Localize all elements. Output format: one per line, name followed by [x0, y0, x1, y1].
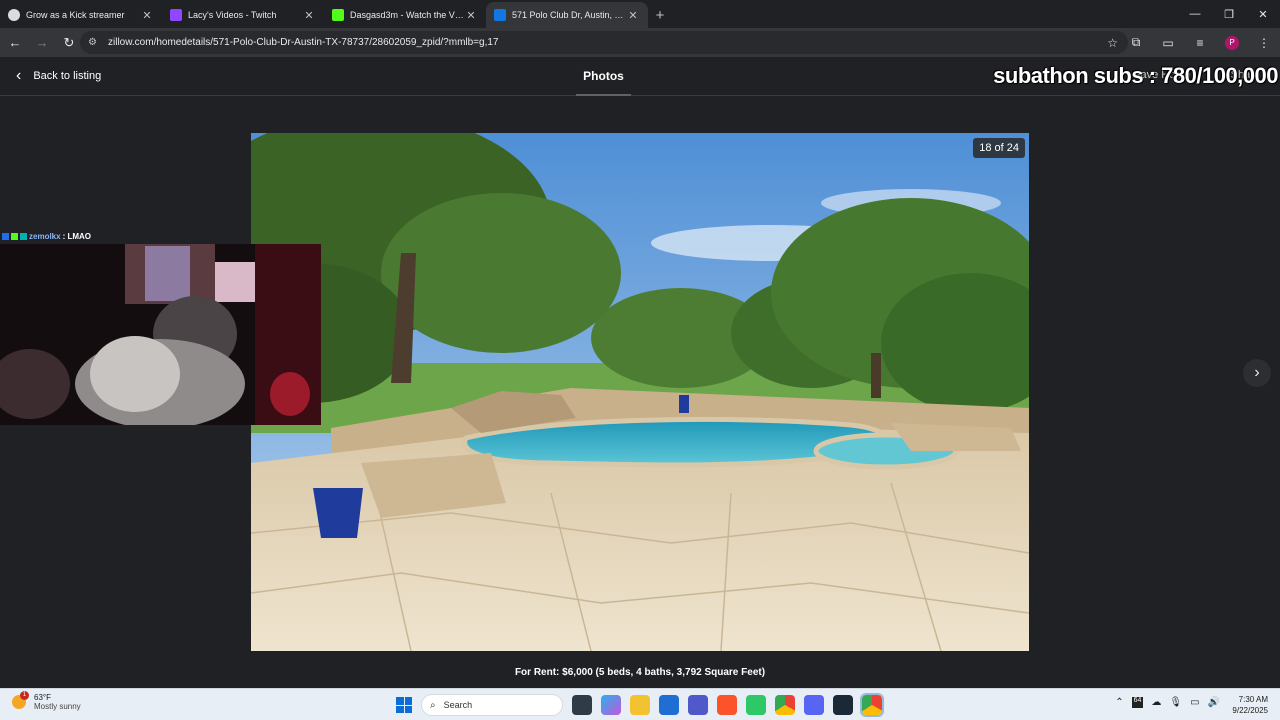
notification-badge: 1 — [20, 691, 29, 700]
display-icon[interactable]: ▭ — [1190, 697, 1199, 708]
close-icon[interactable]: ✕ — [140, 9, 154, 22]
extensions-icon[interactable]: ⧉ — [1120, 35, 1152, 50]
close-window-icon[interactable]: ✕ — [1246, 0, 1280, 28]
kick-icon — [332, 9, 344, 21]
taskbar-apps — [572, 693, 884, 717]
forward-icon[interactable]: → — [30, 31, 54, 55]
photo-viewer-page: ‹ Back to listing Photos Save Home Share… — [0, 57, 1280, 688]
browser-toolbar: ← → ↻ ⚙ zillow.com/homedetails/571-Polo-… — [0, 28, 1280, 57]
tab-strip: Grow as a Kick streamer ✕ Lacy's Videos … — [0, 0, 1280, 28]
url-text: zillow.com/homedetails/571-Polo-Club-Dr-… — [108, 37, 499, 48]
next-photo-button[interactable]: › — [1243, 359, 1271, 387]
menu-kebab-icon[interactable]: ⋮ — [1248, 36, 1280, 50]
toolbar-actions: ⧉ ▭ ≡ P ⋮ — [1120, 28, 1280, 57]
back-to-listing-link[interactable]: ‹ Back to listing — [16, 68, 101, 84]
tab-photos-label: Photos — [583, 68, 624, 83]
chrome-icon[interactable] — [775, 695, 795, 715]
close-icon[interactable]: ✕ — [464, 9, 478, 22]
subathon-overlay-text: subathon subs : 780/100,000 — [993, 63, 1278, 88]
chat-badge-icon — [2, 233, 9, 240]
cloud-icon[interactable]: ☁ — [1151, 697, 1161, 708]
tab-kick-vod[interactable]: Dasgasd3m - Watch the VOD o ✕ — [324, 2, 486, 28]
file-explorer-icon[interactable] — [630, 695, 650, 715]
chat-text: : LMAO — [62, 232, 92, 241]
brave-icon[interactable] — [717, 695, 737, 715]
tab-title: Lacy's Videos - Twitch — [188, 10, 277, 20]
stream-chat-message: zemolkx : LMAO — [2, 232, 91, 241]
weather-temperature: 63°F — [34, 693, 51, 702]
chrome-active-icon[interactable] — [860, 693, 884, 717]
green-app-icon[interactable] — [746, 695, 766, 715]
task-view-icon[interactable] — [572, 695, 592, 715]
chevron-right-icon: › — [1254, 364, 1260, 381]
clock-time: 7:30 AM — [1238, 695, 1268, 704]
listing-caption: For Rent: $6,000 (5 beds, 4 baths, 3,792… — [514, 667, 766, 678]
store-icon[interactable] — [659, 695, 679, 715]
pool-photo-illustration — [251, 133, 1029, 651]
webcam-feed — [0, 244, 321, 425]
chevron-left-icon: ‹ — [16, 67, 22, 84]
weather-sun-icon: 1 — [12, 691, 29, 709]
system-tray: ⌃ 64 ☁ 🎙 ▭ 🔊 — [1115, 697, 1220, 708]
media-controls-icon[interactable]: ≡ — [1184, 36, 1216, 50]
chat-badge-icon — [11, 233, 18, 240]
tab-twitch[interactable]: Lacy's Videos - Twitch ✕ — [162, 2, 324, 28]
profile-avatar-icon[interactable]: P — [1225, 35, 1239, 50]
new-tab-button[interactable]: + — [648, 2, 672, 28]
chevron-up-icon[interactable]: ⌃ — [1115, 697, 1123, 708]
microphone-icon[interactable]: 🎙 — [1169, 697, 1182, 708]
windows-start-icon[interactable] — [396, 697, 412, 713]
tab-title: Grow as a Kick streamer — [26, 10, 125, 20]
zillow-icon — [494, 9, 506, 21]
taskbar-search[interactable]: ⌕ Search — [421, 694, 563, 716]
tray-badge[interactable]: 64 — [1131, 697, 1144, 708]
reload-icon[interactable]: ↻ — [57, 31, 81, 55]
tab-kick[interactable]: Grow as a Kick streamer ✕ — [0, 2, 162, 28]
tab-zillow[interactable]: 571 Polo Club Dr, Austin, TX 78 ✕ — [486, 2, 648, 28]
windows-taskbar: 1 63°F Mostly sunny ⌕ Search ⌃ 64 ☁ 🎙 ▭ … — [0, 688, 1280, 720]
search-icon: ⌕ — [430, 699, 436, 711]
site-settings-icon[interactable]: ⚙ — [88, 37, 100, 48]
volume-icon[interactable]: 🔊 — [1208, 697, 1220, 708]
listing-photo[interactable]: 18 of 24 — [251, 133, 1029, 651]
tab-title: Dasgasd3m - Watch the VOD o — [350, 10, 464, 20]
chat-badge-icon — [20, 233, 27, 240]
twitch-icon — [170, 9, 182, 21]
close-icon[interactable]: ✕ — [302, 9, 316, 22]
clock-date: 9/22/2025 — [1232, 706, 1268, 715]
back-icon[interactable]: ← — [3, 31, 27, 55]
restore-icon[interactable]: ❐ — [1212, 0, 1246, 28]
search-placeholder: Search — [443, 700, 473, 710]
discord-icon[interactable] — [804, 695, 824, 715]
back-label: Back to listing — [33, 70, 102, 82]
teams-icon[interactable] — [688, 695, 708, 715]
minimize-icon[interactable]: — — [1178, 0, 1212, 28]
bookmark-star-icon[interactable]: ☆ — [1107, 36, 1118, 50]
weather-condition: Mostly sunny — [34, 702, 81, 711]
globe-icon — [8, 9, 20, 21]
close-icon[interactable]: ✕ — [626, 9, 640, 22]
window-controls: — ❐ ✕ — [1178, 0, 1280, 28]
copilot-icon[interactable] — [601, 695, 621, 715]
chat-username: zemolkx — [29, 232, 61, 241]
webcam-overlay — [0, 244, 321, 425]
system-clock[interactable]: 7:30 AM 9/22/2025 — [1232, 694, 1268, 716]
tab-title: 571 Polo Club Dr, Austin, TX 78 — [512, 10, 626, 20]
weather-widget[interactable]: 1 63°F Mostly sunny — [12, 691, 81, 711]
cast-icon[interactable]: ▭ — [1152, 36, 1184, 50]
tab-photos[interactable]: Photos — [576, 57, 631, 96]
steam-icon[interactable] — [833, 695, 853, 715]
photo-counter: 18 of 24 — [973, 138, 1025, 158]
address-bar[interactable]: ⚙ zillow.com/homedetails/571-Polo-Club-D… — [80, 31, 1128, 54]
photo-viewer-header: ‹ Back to listing Photos Save Home Share… — [0, 57, 1280, 96]
